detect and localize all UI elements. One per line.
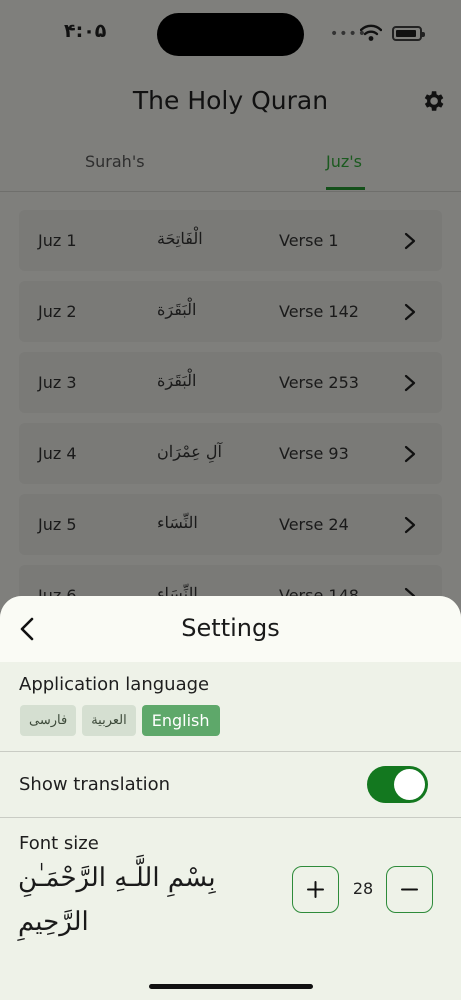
- language-label: Application language: [19, 674, 210, 695]
- juz-name: Juz 3: [38, 373, 77, 392]
- toggle-knob: [394, 769, 425, 800]
- home-indicator: [149, 984, 313, 989]
- language-option-arabic[interactable]: العربية: [82, 705, 136, 736]
- juz-verse: Verse 253: [279, 373, 359, 392]
- translation-section: Show translation: [0, 752, 461, 818]
- settings-sheet: Settings Application language فارسی العر…: [0, 596, 461, 1000]
- language-option-english[interactable]: English: [141, 705, 220, 736]
- dynamic-island: [157, 13, 304, 56]
- list-item[interactable]: Juz 2 الْبَقَرَة Verse 142: [19, 281, 442, 342]
- juz-verse: Verse 1: [279, 231, 339, 250]
- juz-name: Juz 5: [38, 515, 77, 534]
- tab-bar: Surah's Juz's: [0, 140, 461, 192]
- juz-list: Juz 1 الْفَاتِحَة Verse 1 Juz 2 الْبَقَر…: [19, 210, 442, 636]
- font-size-section: Font size بِسْمِ اللَّـهِ الرَّحْمَـٰنِ …: [0, 818, 461, 1000]
- juz-verse: Verse 142: [279, 302, 359, 321]
- language-option-farsi[interactable]: فارسی: [20, 705, 77, 736]
- font-preview-line: الرَّحِيمِ: [18, 907, 89, 937]
- list-item[interactable]: Juz 1 الْفَاتِحَة Verse 1: [19, 210, 442, 271]
- juz-surah-arabic: الْبَقَرَة: [157, 371, 197, 390]
- juz-name: Juz 2: [38, 302, 77, 321]
- juz-surah-arabic: آلِ عِمْرَان: [157, 442, 222, 461]
- plus-icon: [307, 881, 324, 898]
- active-tab-indicator: [326, 187, 365, 190]
- chevron-right-icon: [404, 232, 416, 250]
- chevron-right-icon: [404, 374, 416, 392]
- language-section: Application language فارسی العربية Engli…: [0, 662, 461, 752]
- page-title: The Holy Quran: [132, 86, 329, 115]
- chevron-right-icon: [404, 516, 416, 534]
- wifi-icon: [360, 24, 382, 41]
- gear-icon[interactable]: [420, 88, 446, 114]
- juz-name: Juz 1: [38, 231, 77, 250]
- minus-icon: [401, 888, 418, 891]
- chevron-right-icon: [404, 303, 416, 321]
- battery-icon: [392, 26, 425, 41]
- language-options: فارسی العربية English: [20, 705, 220, 736]
- settings-title: Settings: [181, 614, 280, 642]
- status-bar: ۴:۰۵ ••••: [0, 0, 461, 64]
- juz-surah-arabic: الْبَقَرَة: [157, 300, 197, 319]
- translation-label: Show translation: [19, 774, 171, 795]
- translation-toggle[interactable]: [367, 766, 428, 803]
- chevron-right-icon: [404, 445, 416, 463]
- juz-verse: Verse 24: [279, 515, 349, 534]
- juz-verse: Verse 93: [279, 444, 349, 463]
- tab-surahs[interactable]: Surah's: [85, 152, 145, 171]
- font-increase-button[interactable]: [292, 866, 339, 913]
- juz-surah-arabic: النِّسَاء: [157, 513, 198, 532]
- juz-name: Juz 4: [38, 444, 77, 463]
- font-size-value: 28: [352, 879, 374, 898]
- list-item[interactable]: Juz 4 آلِ عِمْرَان Verse 93: [19, 423, 442, 484]
- font-preview: بِسْمِ اللَّـهِ الرَّحْمَـٰنِ الرَّحِيمِ: [18, 856, 278, 944]
- tab-juzs[interactable]: Juz's: [326, 152, 362, 171]
- font-preview-line: بِسْمِ اللَّـهِ الرَّحْمَـٰنِ: [18, 863, 216, 893]
- juz-surah-arabic: الْفَاتِحَة: [157, 229, 203, 248]
- status-time: ۴:۰۵: [64, 20, 107, 42]
- settings-header: Settings: [0, 596, 461, 662]
- font-decrease-button[interactable]: [386, 866, 433, 913]
- list-item[interactable]: Juz 5 النِّسَاء Verse 24: [19, 494, 442, 555]
- font-size-label: Font size: [19, 833, 99, 854]
- list-item[interactable]: Juz 3 الْبَقَرَة Verse 253: [19, 352, 442, 413]
